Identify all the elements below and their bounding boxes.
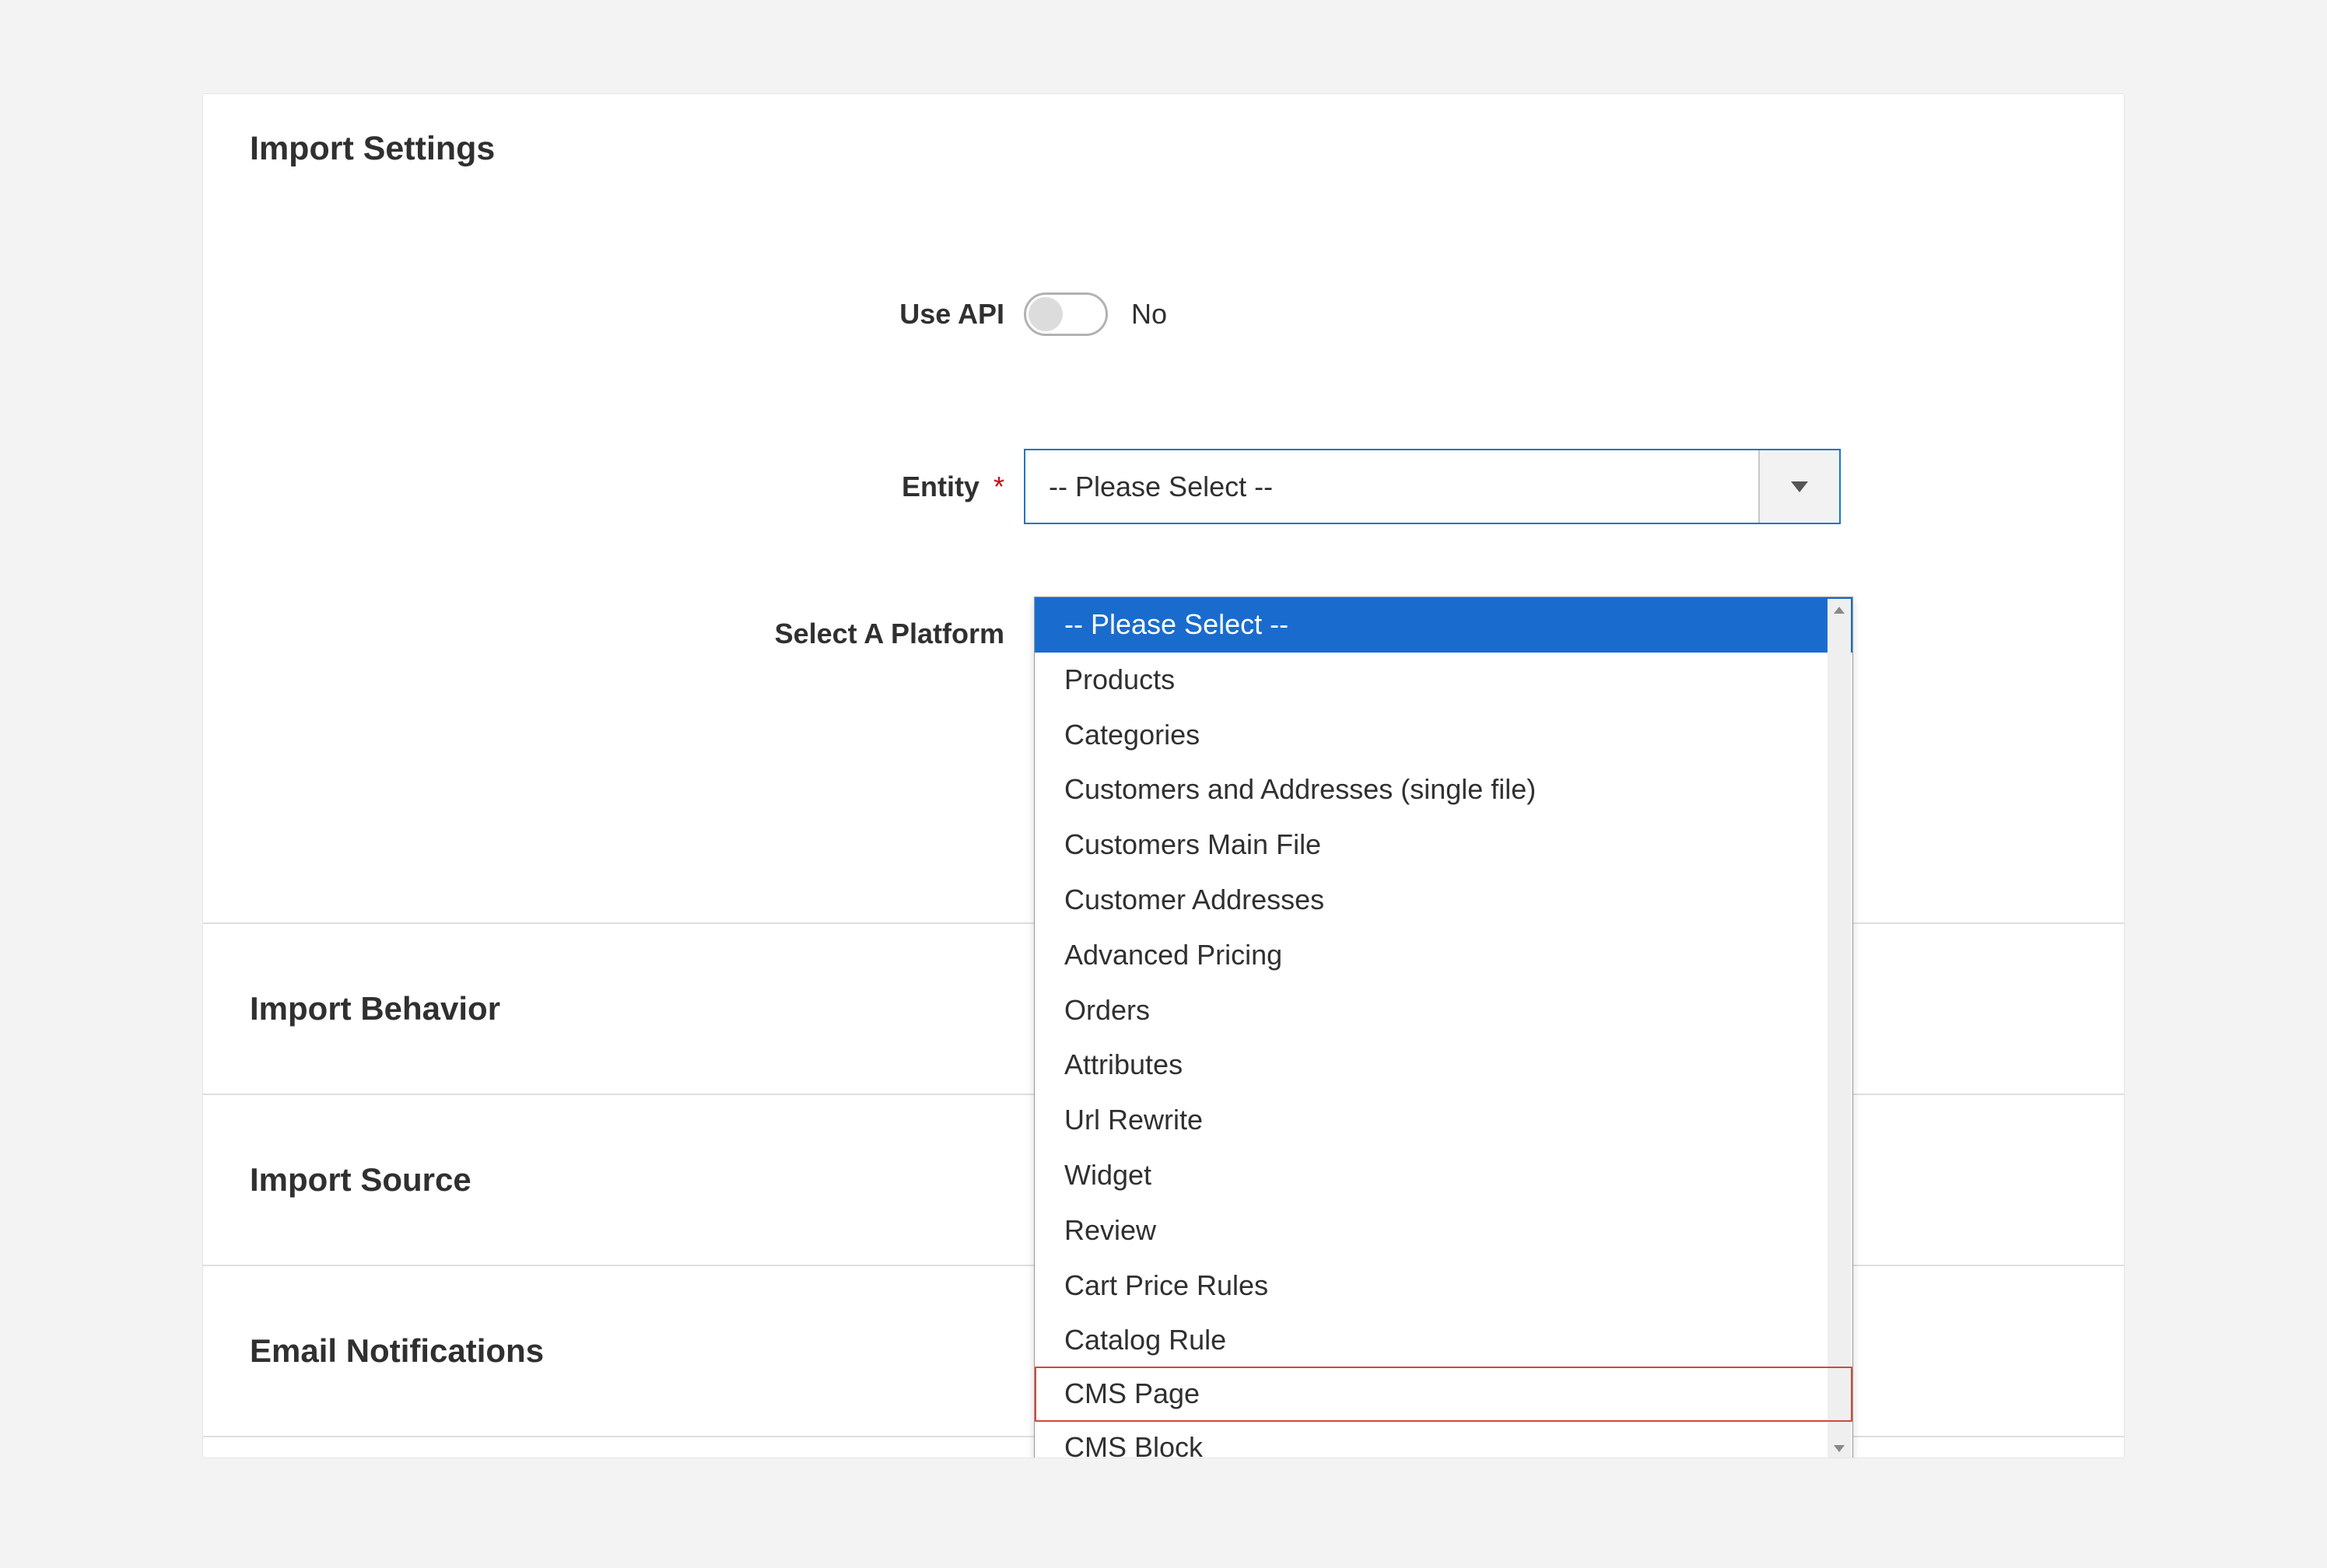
entity-option-customer-addresses[interactable]: Customer Addresses	[1035, 873, 1852, 928]
entity-option-orders[interactable]: Orders	[1035, 983, 1852, 1038]
required-asterisk: *	[994, 471, 1004, 502]
entity-option-please-select[interactable]: -- Please Select --	[1035, 597, 1852, 653]
use-api-value: No	[1131, 298, 1167, 331]
entity-option-cms-page[interactable]: CMS Page	[1035, 1367, 1852, 1422]
field-entity: Entity * -- Please Select --	[203, 449, 2124, 524]
entity-dropdown[interactable]: -- Please Select -- Products Categories …	[1034, 597, 1853, 1458]
field-use-api: Use API No	[203, 292, 2124, 336]
entity-dropdown-list: -- Please Select -- Products Categories …	[1035, 597, 1852, 1458]
panel-title: Import Settings	[203, 94, 2124, 168]
entity-option-cms-block[interactable]: CMS Block	[1035, 1420, 1852, 1458]
entity-option-products[interactable]: Products	[1035, 653, 1852, 708]
entity-option-catalog-rule[interactable]: Catalog Rule	[1035, 1313, 1852, 1368]
chevron-down-icon	[1791, 481, 1808, 492]
label-entity-text: Entity	[902, 471, 980, 502]
form-area: Use API No Entity * -- Please Select --	[203, 168, 2124, 650]
entity-option-customers-and-addresses[interactable]: Customers and Addresses (single file)	[1035, 762, 1852, 817]
label-entity: Entity *	[203, 471, 1024, 503]
entity-option-url-rewrite[interactable]: Url Rewrite	[1035, 1093, 1852, 1148]
entity-select-value: -- Please Select --	[1025, 450, 1758, 523]
scroll-up-icon[interactable]	[1828, 599, 1851, 621]
entity-option-categories[interactable]: Categories	[1035, 708, 1852, 763]
scroll-down-icon[interactable]	[1828, 1437, 1851, 1458]
toggle-knob	[1029, 297, 1063, 331]
entity-option-attributes[interactable]: Attributes	[1035, 1038, 1852, 1093]
entity-option-advanced-pricing[interactable]: Advanced Pricing	[1035, 928, 1852, 983]
entity-select-button[interactable]	[1758, 450, 1839, 523]
entity-option-customers-main-file[interactable]: Customers Main File	[1035, 817, 1852, 873]
entity-select[interactable]: -- Please Select --	[1024, 449, 1841, 524]
label-use-api: Use API	[203, 298, 1024, 331]
entity-option-cart-price-rules[interactable]: Cart Price Rules	[1035, 1258, 1852, 1314]
label-platform: Select A Platform	[203, 618, 1024, 650]
use-api-toggle[interactable]	[1024, 292, 1108, 336]
entity-option-review[interactable]: Review	[1035, 1203, 1852, 1258]
dropdown-scrollbar[interactable]	[1828, 599, 1851, 1458]
entity-option-widget[interactable]: Widget	[1035, 1148, 1852, 1203]
import-settings-panel: Import Settings Use API No Entity * -- P…	[202, 93, 2125, 1458]
